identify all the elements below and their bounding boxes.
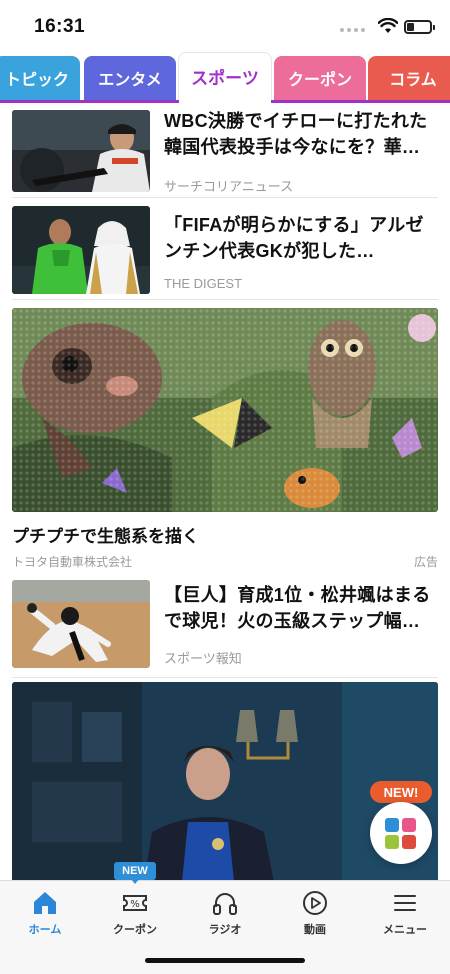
article-source: スポーツ報知 <box>164 651 242 666</box>
nav-radio-label: ラジオ <box>208 924 242 936</box>
nav-coupon[interactable]: % クーポン <box>90 889 180 941</box>
coupon-icon: % <box>123 895 147 911</box>
nav-home[interactable]: ホーム <box>0 889 90 941</box>
article-title: 「FIFAが明らかにする」アルゼンチン代表GKが犯した… <box>164 215 424 261</box>
article-item[interactable]: 【巨人】育成1位・松井颯はまるで球児！火の玉級ステップ幅6・… スポーツ報知 <box>12 576 438 678</box>
apps-floating-button[interactable] <box>370 802 432 864</box>
ad-label: 広告 <box>413 555 438 569</box>
ad-title: プチプチで生態系を描く <box>12 527 199 546</box>
new-feature-badge: NEW! <box>370 781 432 808</box>
status-time: 16:31 <box>34 16 86 37</box>
article-item[interactable]: 「FIFAが明らかにする」アルゼンチン代表GKが犯した… THE DIGEST <box>12 200 438 300</box>
menu-icon <box>394 895 416 911</box>
cellular-signal-icon <box>340 28 365 32</box>
nav-video-label: 動画 <box>304 924 326 936</box>
coupon-new-badge: NEW <box>114 862 156 884</box>
svg-text:%: % <box>130 899 140 910</box>
battery-icon <box>404 20 435 34</box>
pitcher-thumbnail <box>12 580 150 668</box>
article-large-photo <box>12 682 438 880</box>
tab-column[interactable]: コラム <box>368 56 450 100</box>
article-title: 【巨人】育成1位・松井颯はまるで球児！火の玉級ステップ幅6・… <box>164 585 431 631</box>
home-icon <box>34 892 56 914</box>
article-source: サーチコリアニュース <box>164 179 294 194</box>
status-bar: 16:31 <box>0 0 450 52</box>
nav-coupon-label: クーポン <box>113 924 157 936</box>
home-indicator <box>145 958 305 963</box>
tab-entertainment[interactable]: エンタメ <box>84 56 176 100</box>
play-icon <box>303 891 327 915</box>
ad-advertiser: トヨタ自動車株式会社 <box>12 555 133 569</box>
category-tabs: トピック エンタメ クーポン コラム スポーツ <box>0 52 450 103</box>
ad-meta: トヨタ自動車株式会社 広告 <box>12 553 438 570</box>
nav-radio[interactable]: ラジオ <box>180 889 270 941</box>
article-source: THE DIGEST <box>164 276 243 291</box>
baseball-player-thumbnail <box>12 110 150 192</box>
article-item[interactable]: WBC決勝でイチローに打たれた韓国代表投手は今なにを？華や… サーチコリアニュー… <box>12 106 438 198</box>
nav-menu-label: メニュー <box>383 924 427 936</box>
tab-sports[interactable]: スポーツ <box>178 52 272 100</box>
nav-video[interactable]: 動画 <box>270 889 360 941</box>
ad-item[interactable]: プチプチで生態系を描く トヨタ自動車株式会社 広告 <box>12 308 438 570</box>
nav-menu[interactable]: メニュー <box>360 889 450 941</box>
apps-grid-icon <box>385 818 416 849</box>
soccer-goalkeeper-thumbnail <box>12 206 150 294</box>
headphones-icon <box>213 893 237 915</box>
article-item[interactable] <box>12 682 438 880</box>
news-feed[interactable]: WBC決勝でイチローに打たれた韓国代表投手は今なにを？華や… サーチコリアニュー… <box>0 102 450 880</box>
nav-home-label: ホーム <box>28 924 62 936</box>
ad-image <box>12 308 438 512</box>
article-title: WBC決勝でイチローに打たれた韓国代表投手は今なにを？華や… <box>164 111 428 157</box>
tab-topic[interactable]: トピック <box>0 56 80 100</box>
wifi-icon <box>378 18 398 33</box>
tab-coupon[interactable]: クーポン <box>274 56 366 100</box>
